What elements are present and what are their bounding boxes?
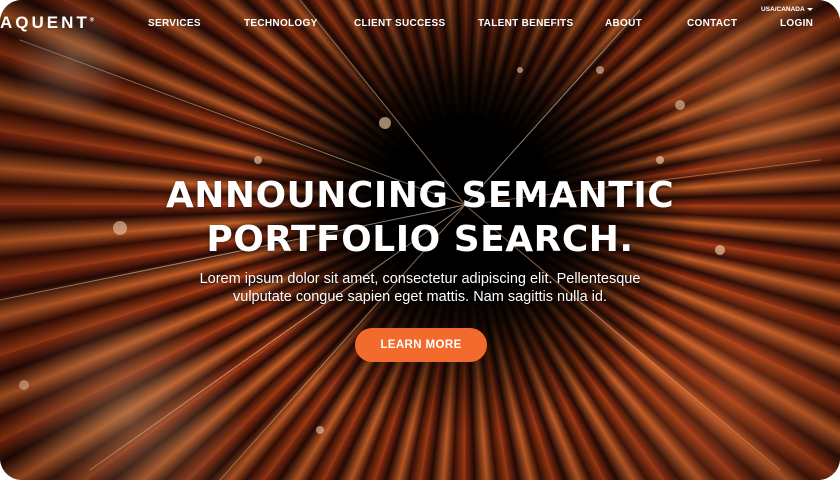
nav-about[interactable]: ABOUT — [605, 18, 642, 29]
page-frame: AQUENT® SERVICES TECHNOLOGY CLIENT SUCCE… — [0, 0, 840, 480]
region-label: USA/CANADA — [761, 6, 805, 13]
learn-more-button[interactable]: LEARN MORE — [355, 328, 487, 362]
nav-client-success[interactable]: CLIENT SUCCESS — [354, 18, 445, 29]
site-header: AQUENT® SERVICES TECHNOLOGY CLIENT SUCCE… — [0, 0, 840, 48]
nav-technology[interactable]: TECHNOLOGY — [244, 18, 318, 29]
hero-headline: ANNOUNCING SEMANTIC PORTFOLIO SEARCH. — [0, 174, 840, 262]
hero-headline-line1: ANNOUNCING SEMANTIC — [165, 175, 675, 216]
nav-login[interactable]: LOGIN — [780, 18, 813, 29]
hero-headline-line2: PORTFOLIO SEARCH. — [206, 219, 634, 260]
hero-subtext-line2: vulputate congue sapien eget mattis. Nam… — [233, 289, 607, 305]
nav-talent-benefits[interactable]: TALENT BENEFITS — [478, 18, 573, 29]
aquent-logo[interactable]: AQUENT® — [0, 13, 94, 33]
hero-subtext: Lorem ipsum dolor sit amet, consectetur … — [170, 270, 670, 306]
nav-contact[interactable]: CONTACT — [687, 18, 737, 29]
registered-mark: ® — [89, 17, 95, 24]
logo-text: AQUENT — [0, 13, 90, 32]
hero-subtext-line1: Lorem ipsum dolor sit amet, consectetur … — [199, 271, 641, 287]
region-selector[interactable]: USA/CANADA — [761, 6, 813, 13]
nav-services[interactable]: SERVICES — [148, 18, 201, 29]
chevron-down-icon — [806, 7, 813, 11]
